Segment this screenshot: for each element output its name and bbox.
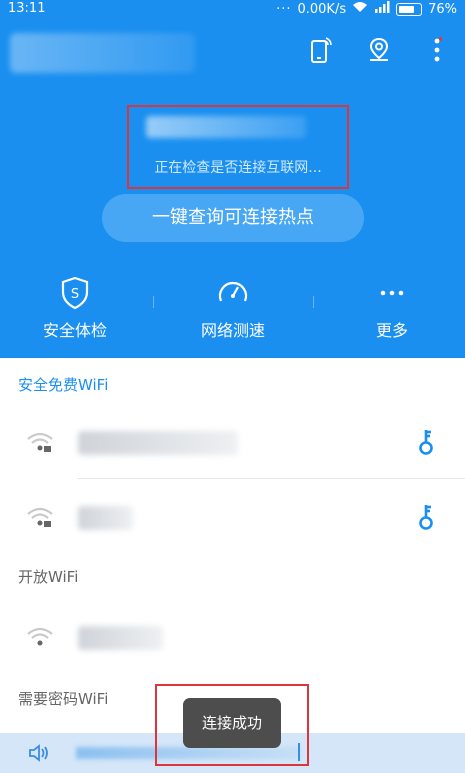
signal-icon (374, 1, 390, 17)
query-hotspots-button[interactable]: 一键查询可连接热点 (102, 194, 364, 242)
feature-label: 安全体检 (42, 321, 107, 340)
section-open-wifi: 开放WiFi (18, 568, 79, 586)
phone-signal-icon[interactable] (307, 36, 335, 64)
feature-speed-test[interactable]: 网络测速 (163, 275, 303, 341)
battery-icon (396, 2, 423, 16)
shield-icon: S (57, 275, 93, 311)
network-speed: 0.00K/s (297, 1, 347, 17)
wifi-ssid-blurred (78, 506, 133, 530)
wifi-list-item[interactable] (0, 405, 465, 479)
connected-ssid-blurred (146, 116, 306, 138)
feature-divider (313, 296, 314, 308)
feature-divider (153, 296, 154, 308)
location-pin-icon[interactable] (365, 36, 393, 64)
more-dots-icon (374, 275, 410, 311)
wifi-ssid-blurred (78, 626, 163, 650)
feature-label: 网络测速 (200, 321, 265, 340)
speaker-icon (28, 744, 50, 762)
overflow-menu-icon[interactable] (423, 36, 451, 64)
wifi-list-item[interactable] (0, 480, 465, 554)
app-title-blurred (10, 33, 195, 73)
speedometer-icon (215, 275, 251, 311)
wifi-locked-icon (25, 504, 55, 530)
svg-text:S: S (71, 287, 79, 302)
status-time: 13:11 (8, 1, 46, 16)
section-secure-free-wifi: 安全免费WiFi (18, 376, 109, 394)
status-bar: 13:11 ··· 0.00K/s 76% (0, 0, 465, 22)
feature-label: 更多 (375, 321, 408, 340)
battery-percent: 76% (428, 1, 457, 17)
feature-more[interactable]: 更多 (322, 275, 462, 341)
wifi-locked-icon (25, 429, 55, 455)
current-connection-highlight: 正在检查是否连接互联网... (127, 105, 349, 189)
wifi-status-icon (352, 1, 368, 17)
connection-status-text: 正在检查是否连接互联网... (154, 160, 322, 176)
list-divider (78, 478, 465, 479)
wifi-ssid-blurred (78, 431, 238, 455)
toast-message: 连接成功 (183, 698, 281, 748)
status-dots: ··· (276, 1, 292, 17)
key-icon[interactable] (417, 502, 435, 532)
key-icon[interactable] (417, 427, 435, 457)
wifi-icon (25, 624, 55, 650)
section-password-wifi: 需要密码WiFi (18, 690, 109, 708)
wifi-list-item[interactable] (0, 600, 465, 674)
feature-security-check[interactable]: S 安全体检 (5, 275, 145, 341)
